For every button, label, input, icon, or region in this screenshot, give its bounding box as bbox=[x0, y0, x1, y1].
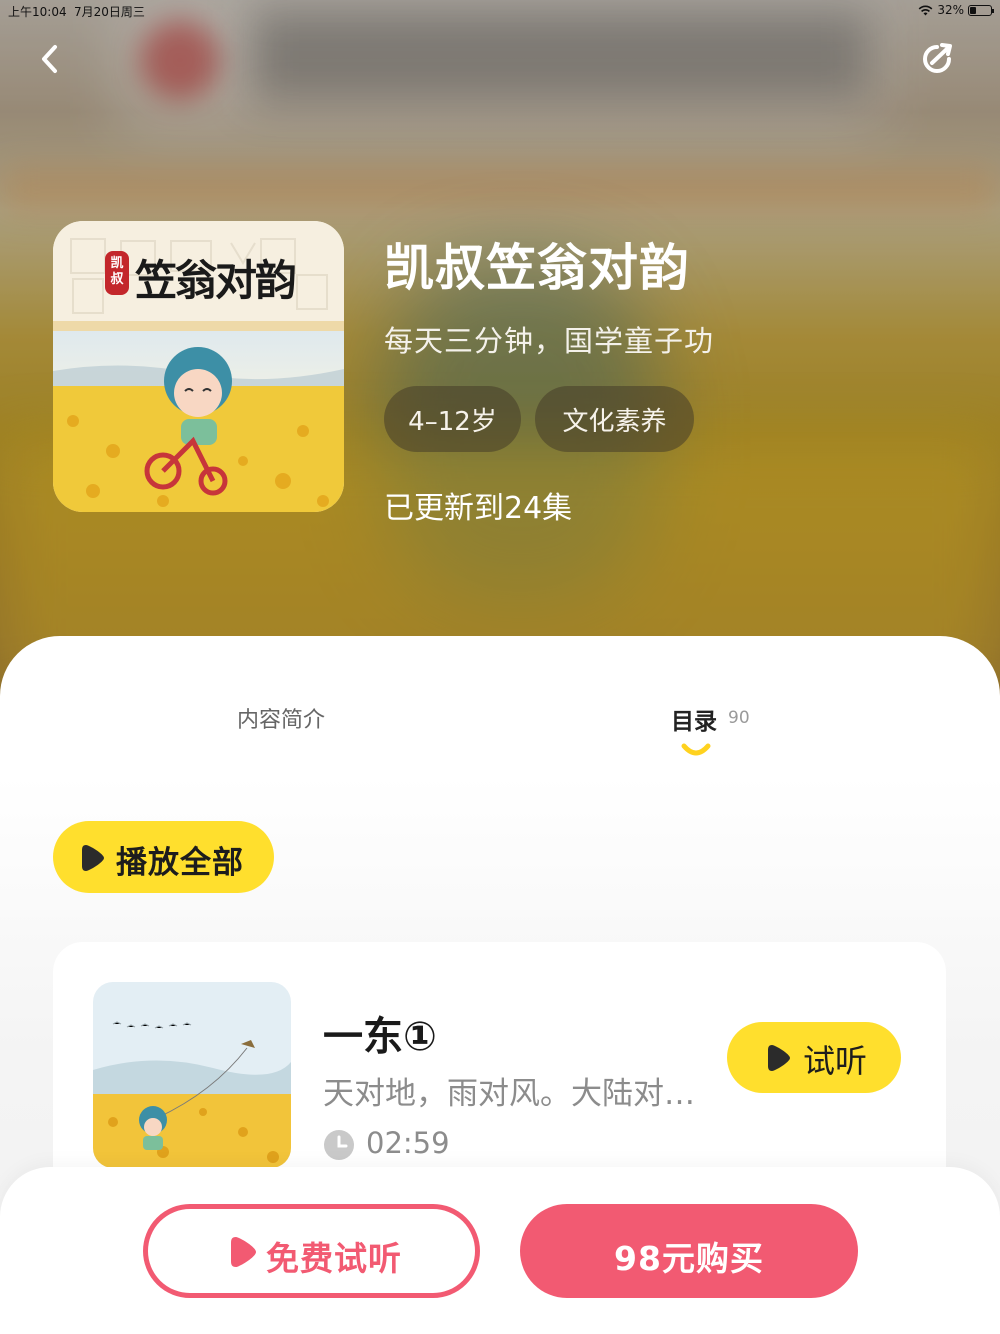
battery-icon bbox=[968, 4, 994, 16]
book-cover: 凯叔 笠翁对韵 bbox=[53, 221, 344, 512]
episode-thumbnail bbox=[93, 982, 291, 1168]
play-icon bbox=[231, 1237, 256, 1267]
play-all-label: 播放全部 bbox=[116, 845, 244, 881]
tab-active-indicator bbox=[681, 743, 711, 756]
tab-catalog-count: 90 bbox=[728, 708, 750, 728]
tab-intro[interactable]: 内容简介 bbox=[237, 702, 325, 734]
episode-description: 天对地，雨对风。大陆对长空。 bbox=[323, 1076, 703, 1112]
share-button[interactable] bbox=[918, 40, 956, 78]
episode-duration: 02:59 bbox=[366, 1126, 450, 1160]
status-date: 7月20日周三 bbox=[74, 5, 145, 19]
clock-icon bbox=[324, 1130, 354, 1160]
update-status: 已更新到24集 bbox=[384, 491, 573, 526]
play-all-button[interactable]: 播放全部 bbox=[53, 821, 274, 893]
cover-title: 笠翁对韵 bbox=[135, 256, 297, 305]
battery-percent: 32% bbox=[937, 3, 964, 17]
chevron-left-icon bbox=[42, 45, 57, 73]
buy-label: 98元购买 bbox=[614, 1239, 764, 1278]
back-button[interactable] bbox=[28, 38, 70, 80]
tag-category[interactable]: 文化素养 bbox=[535, 386, 694, 452]
episode-preview-label: 试听 bbox=[803, 1042, 868, 1080]
tab-catalog[interactable]: 目录 bbox=[671, 702, 717, 736]
book-title: 凯叔笠翁对韵 bbox=[384, 239, 690, 297]
episode-title: 一东① bbox=[323, 1014, 437, 1060]
status-bar: 上午10:04 7月20日周三 32% bbox=[0, 0, 1000, 22]
play-icon bbox=[82, 845, 104, 871]
cover-illustration bbox=[53, 331, 344, 512]
book-subtitle: 每天三分钟，国学童子功 bbox=[384, 324, 715, 358]
cover-seal: 凯叔 bbox=[105, 251, 129, 295]
free-trial-label: 免费试听 bbox=[266, 1239, 402, 1278]
tag-age-range[interactable]: 4–12岁 bbox=[384, 386, 521, 452]
share-arrow-icon bbox=[923, 43, 952, 73]
episode-preview-button[interactable]: 试听 bbox=[727, 1022, 901, 1093]
play-icon bbox=[768, 1045, 790, 1071]
wifi-icon bbox=[918, 5, 933, 15]
free-trial-button[interactable]: 免费试听 bbox=[143, 1204, 480, 1298]
buy-button[interactable]: 98元购买 bbox=[520, 1204, 858, 1298]
status-time: 上午10:04 bbox=[8, 5, 67, 19]
